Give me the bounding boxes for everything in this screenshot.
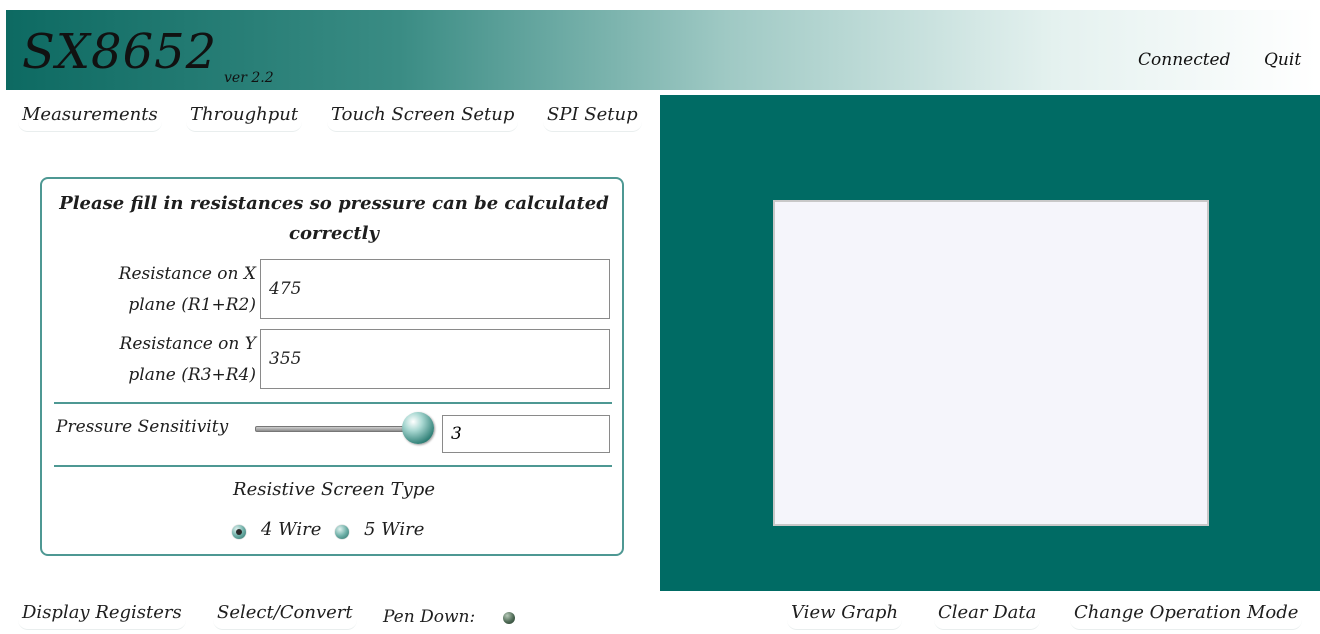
quit-button[interactable]: Quit (1264, 50, 1301, 70)
change-operation-mode-button[interactable]: Change Operation Mode (1070, 602, 1303, 630)
display-registers-button[interactable]: Display Registers (18, 602, 186, 630)
tab-spi-setup[interactable]: SPI Setup (543, 104, 642, 132)
resistance-y-label-line1: Resistance on Y (119, 334, 256, 354)
tab-throughput[interactable]: Throughput (186, 104, 303, 132)
tab-touch-screen-setup[interactable]: Touch Screen Setup (327, 104, 519, 132)
form-heading: Please fill in resistances so pressure c… (56, 189, 612, 249)
resistance-y-input[interactable] (260, 329, 610, 389)
select-convert-button[interactable]: Select/Convert (213, 602, 357, 630)
connected-status-button[interactable]: Connected (1138, 50, 1231, 70)
pen-down-indicator-icon (503, 612, 515, 624)
tab-measurements[interactable]: Measurements (18, 104, 162, 132)
touch-canvas[interactable] (773, 200, 1209, 526)
pressure-sensitivity-slider-knob[interactable] (402, 412, 434, 444)
header-bar: SX8652 ver 2.2 Connected Quit (6, 10, 1316, 90)
pressure-sensitivity-label: Pressure Sensitivity (56, 417, 229, 437)
form-heading-line2: correctly (289, 223, 379, 244)
touch-display-panel (660, 95, 1320, 591)
resistance-x-label-line2: plane (R1+R2) (128, 295, 256, 315)
resistance-x-label-line1: Resistance on X (118, 264, 256, 284)
resistance-x-label: Resistance on X plane (R1+R2) (60, 259, 256, 321)
form-heading-line1: Please fill in resistances so pressure c… (59, 193, 609, 214)
resistance-y-label-line2: plane (R3+R4) (128, 365, 256, 385)
view-graph-button[interactable]: View Graph (787, 602, 903, 630)
app-title: SX8652 (22, 24, 218, 80)
radio-4-wire[interactable] (232, 525, 246, 539)
resistance-y-label: Resistance on Y plane (R3+R4) (60, 329, 256, 391)
clear-data-button[interactable]: Clear Data (934, 602, 1041, 630)
app-version: ver 2.2 (224, 70, 274, 86)
pen-down-label: Pen Down: (383, 607, 476, 627)
radio-4-wire-label[interactable]: 4 Wire (261, 519, 321, 540)
screen-type-label: Resistive Screen Type (233, 479, 435, 500)
divider (54, 402, 612, 404)
pressure-sensitivity-input[interactable] (442, 415, 610, 453)
divider (54, 465, 612, 467)
radio-5-wire[interactable] (335, 525, 349, 539)
resistance-setup-panel: Please fill in resistances so pressure c… (40, 177, 624, 556)
resistance-x-input[interactable] (260, 259, 610, 319)
radio-5-wire-label[interactable]: 5 Wire (364, 519, 424, 540)
